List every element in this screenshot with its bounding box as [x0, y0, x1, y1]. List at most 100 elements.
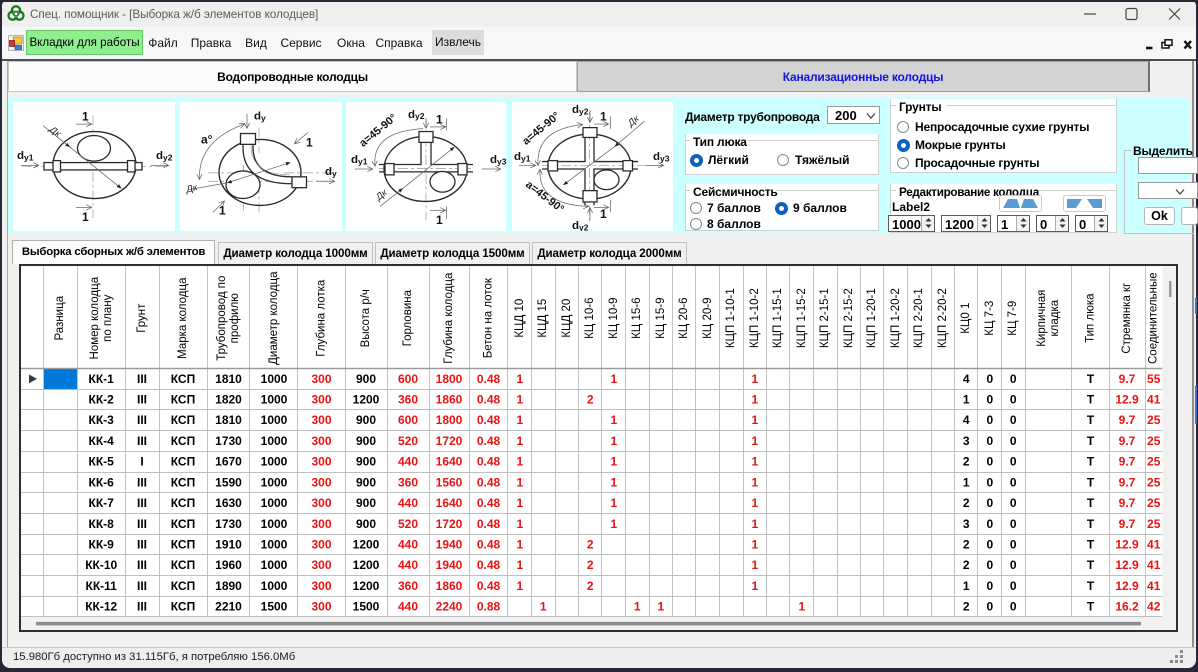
svg-text:900: 900 — [356, 413, 376, 427]
svg-text:0.48: 0.48 — [477, 496, 501, 510]
svg-text:1: 1 — [610, 517, 617, 531]
svg-text:dу3: dу3 — [653, 151, 670, 163]
svg-text:9.7: 9.7 — [1119, 475, 1136, 489]
svg-text:III: III — [137, 393, 147, 407]
svg-text:1640: 1640 — [436, 496, 463, 510]
svg-text:0: 0 — [1010, 434, 1017, 448]
svg-text:dу2: dу2 — [572, 104, 589, 116]
svg-text:0: 0 — [1010, 475, 1017, 489]
svg-text:1: 1 — [516, 413, 523, 427]
svg-text:КЦ 20-9: КЦ 20-9 — [702, 297, 714, 338]
svg-text:440: 440 — [398, 600, 418, 614]
svg-text:1630: 1630 — [215, 496, 242, 510]
svg-text:КК-9: КК-9 — [89, 538, 115, 552]
svg-text:4: 4 — [963, 372, 970, 386]
svg-text:1200: 1200 — [353, 579, 380, 593]
svg-text:9.7: 9.7 — [1119, 413, 1136, 427]
svg-text:1: 1 — [751, 579, 758, 593]
svg-text:Диаметр колодца: Диаметр колодца — [268, 271, 280, 365]
svg-text:dу1: dу1 — [17, 150, 34, 162]
svg-text:0: 0 — [986, 372, 993, 386]
svg-text:по плану: по плану — [102, 294, 114, 342]
svg-text:900: 900 — [356, 517, 376, 531]
svg-text:КСП: КСП — [171, 475, 195, 489]
svg-text:41: 41 — [1147, 579, 1161, 593]
svg-text:III: III — [137, 496, 147, 510]
svg-text:a=45-90°: a=45-90° — [520, 110, 562, 148]
svg-text:1: 1 — [751, 372, 758, 386]
svg-text:КЦП 2-15-2: КЦП 2-15-2 — [843, 288, 855, 348]
svg-text:КЦД 15: КЦД 15 — [537, 299, 549, 338]
svg-text:КЦ 20-6: КЦ 20-6 — [678, 297, 690, 338]
svg-text:1: 1 — [751, 393, 758, 407]
svg-text:1000: 1000 — [261, 558, 288, 572]
svg-text:1000: 1000 — [261, 413, 288, 427]
svg-text:КЦП 1-15-2: КЦП 1-15-2 — [796, 288, 808, 348]
svg-text:1560: 1560 — [436, 475, 463, 489]
svg-text:41: 41 — [1147, 393, 1161, 407]
svg-text:1000: 1000 — [261, 579, 288, 593]
svg-text:КЦ 7-9: КЦ 7-9 — [1007, 301, 1019, 336]
svg-text:0: 0 — [986, 434, 993, 448]
svg-text:25: 25 — [1147, 517, 1161, 531]
svg-text:41: 41 — [1147, 538, 1161, 552]
svg-text:2: 2 — [963, 455, 970, 469]
svg-text:1940: 1940 — [436, 558, 463, 572]
svg-text:0: 0 — [1010, 372, 1017, 386]
svg-text:Т: Т — [1087, 496, 1095, 510]
svg-text:300: 300 — [311, 538, 331, 552]
svg-text:III: III — [137, 413, 147, 427]
svg-text:1: 1 — [516, 393, 523, 407]
svg-text:12.9: 12.9 — [1115, 393, 1139, 407]
svg-text:900: 900 — [356, 475, 376, 489]
svg-text:dу: dу — [254, 111, 266, 123]
svg-text:12.9: 12.9 — [1115, 579, 1139, 593]
svg-text:1: 1 — [610, 413, 617, 427]
svg-text:3: 3 — [963, 434, 970, 448]
svg-text:Т: Т — [1087, 579, 1095, 593]
svg-text:2240: 2240 — [436, 600, 463, 614]
svg-text:0.48: 0.48 — [477, 455, 501, 469]
svg-text:600: 600 — [398, 413, 418, 427]
svg-text:Т: Т — [1087, 538, 1095, 552]
svg-text:0: 0 — [1010, 579, 1017, 593]
svg-text:2: 2 — [587, 579, 594, 593]
svg-text:dу2: dу2 — [156, 150, 173, 162]
svg-text:1000: 1000 — [261, 455, 288, 469]
svg-text:КЦ 10-6: КЦ 10-6 — [584, 297, 596, 338]
svg-text:КК-1: КК-1 — [89, 372, 115, 386]
svg-text:0: 0 — [986, 558, 993, 572]
svg-text:1: 1 — [306, 135, 313, 149]
svg-text:КК-3: КК-3 — [89, 413, 115, 427]
svg-text:1: 1 — [610, 496, 617, 510]
svg-text:9.7: 9.7 — [1119, 496, 1136, 510]
svg-text:Т: Т — [1087, 434, 1095, 448]
svg-text:0: 0 — [1010, 413, 1017, 427]
svg-text:0: 0 — [1010, 393, 1017, 407]
svg-text:1: 1 — [600, 110, 607, 124]
svg-text:2: 2 — [963, 600, 970, 614]
svg-text:КК-12: КК-12 — [85, 600, 117, 614]
svg-text:3: 3 — [963, 517, 970, 531]
svg-text:2210: 2210 — [215, 600, 242, 614]
svg-text:1: 1 — [751, 475, 758, 489]
svg-text:0.88: 0.88 — [477, 600, 501, 614]
svg-text:КК-11: КК-11 — [86, 579, 118, 593]
svg-text:1: 1 — [516, 517, 523, 531]
svg-text:1200: 1200 — [353, 558, 380, 572]
svg-text:0: 0 — [986, 393, 993, 407]
svg-text:1: 1 — [82, 110, 89, 124]
svg-text:III: III — [137, 372, 147, 386]
svg-text:КК-8: КК-8 — [89, 517, 115, 531]
svg-text:КЦД 20: КЦД 20 — [561, 299, 573, 338]
svg-text:КСП: КСП — [171, 372, 195, 386]
svg-text:0.48: 0.48 — [477, 475, 501, 489]
svg-text:1: 1 — [516, 558, 523, 572]
svg-text:КСП: КСП — [171, 600, 195, 614]
svg-text:КК-5: КК-5 — [89, 455, 115, 469]
svg-text:1860: 1860 — [436, 393, 463, 407]
svg-text:КСП: КСП — [171, 393, 195, 407]
svg-text:1: 1 — [798, 600, 805, 614]
svg-text:1: 1 — [751, 558, 758, 572]
svg-text:2: 2 — [587, 538, 594, 552]
